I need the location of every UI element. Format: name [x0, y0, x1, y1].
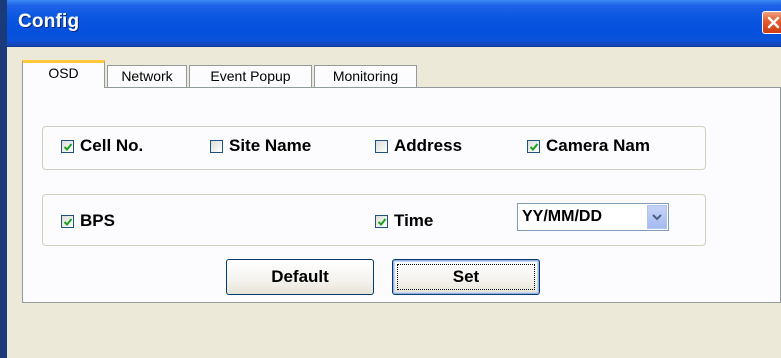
site-name-label: Site Name: [229, 136, 312, 155]
camera-name-label: Camera Nam: [546, 136, 650, 155]
address-checkbox[interactable]: Address: [375, 136, 462, 156]
window-title: Config: [18, 11, 80, 32]
tab-osd-label: OSD: [48, 65, 79, 81]
bps-label: BPS: [80, 211, 115, 230]
set-button[interactable]: Set: [392, 259, 540, 295]
time-checkbox[interactable]: Time: [375, 211, 433, 231]
date-format-value: YY/MM/DD: [522, 208, 602, 225]
tab-event-popup-label: Event Popup: [210, 68, 291, 84]
tab-network-label: Network: [121, 68, 173, 84]
close-icon: [767, 16, 780, 29]
cell-no-label: Cell No.: [80, 136, 144, 155]
tab-monitoring-label: Monitoring: [332, 68, 399, 84]
close-button[interactable]: [762, 11, 781, 34]
background-window-edge: [0, 0, 7, 358]
checkmark-icon: [529, 142, 539, 151]
time-box: [375, 214, 388, 228]
set-button-label: Set: [452, 267, 480, 286]
checkmark-icon: [63, 217, 73, 226]
cell-no-box: [61, 139, 74, 153]
address-label: Address: [394, 136, 463, 155]
checkmark-icon: [377, 217, 387, 226]
bps-checkbox[interactable]: BPS: [61, 211, 115, 231]
cell-no-checkbox[interactable]: Cell No.: [61, 136, 143, 156]
checkmark-icon: [63, 142, 73, 151]
dropdown-button[interactable]: [647, 205, 667, 229]
config-dialog: Config OSD Network Event Popup Monitorin…: [7, 0, 781, 358]
date-format-select[interactable]: YY/MM/DD: [517, 203, 669, 231]
title-bar[interactable]: Config: [7, 0, 781, 47]
tab-network[interactable]: Network: [107, 65, 187, 87]
address-box: [375, 139, 388, 153]
tab-event-popup[interactable]: Event Popup: [189, 65, 312, 87]
tab-osd[interactable]: OSD: [22, 60, 105, 88]
camera-name-box: [527, 139, 540, 153]
default-button-label: Default: [271, 267, 329, 286]
site-name-checkbox[interactable]: Site Name: [210, 136, 311, 156]
site-name-box: [210, 139, 223, 153]
chevron-down-icon: [652, 214, 662, 221]
time-label: Time: [394, 211, 434, 230]
default-button[interactable]: Default: [226, 259, 374, 295]
tab-monitoring[interactable]: Monitoring: [314, 65, 417, 87]
camera-name-checkbox[interactable]: Camera Nam: [527, 136, 650, 156]
bps-box: [61, 214, 74, 228]
